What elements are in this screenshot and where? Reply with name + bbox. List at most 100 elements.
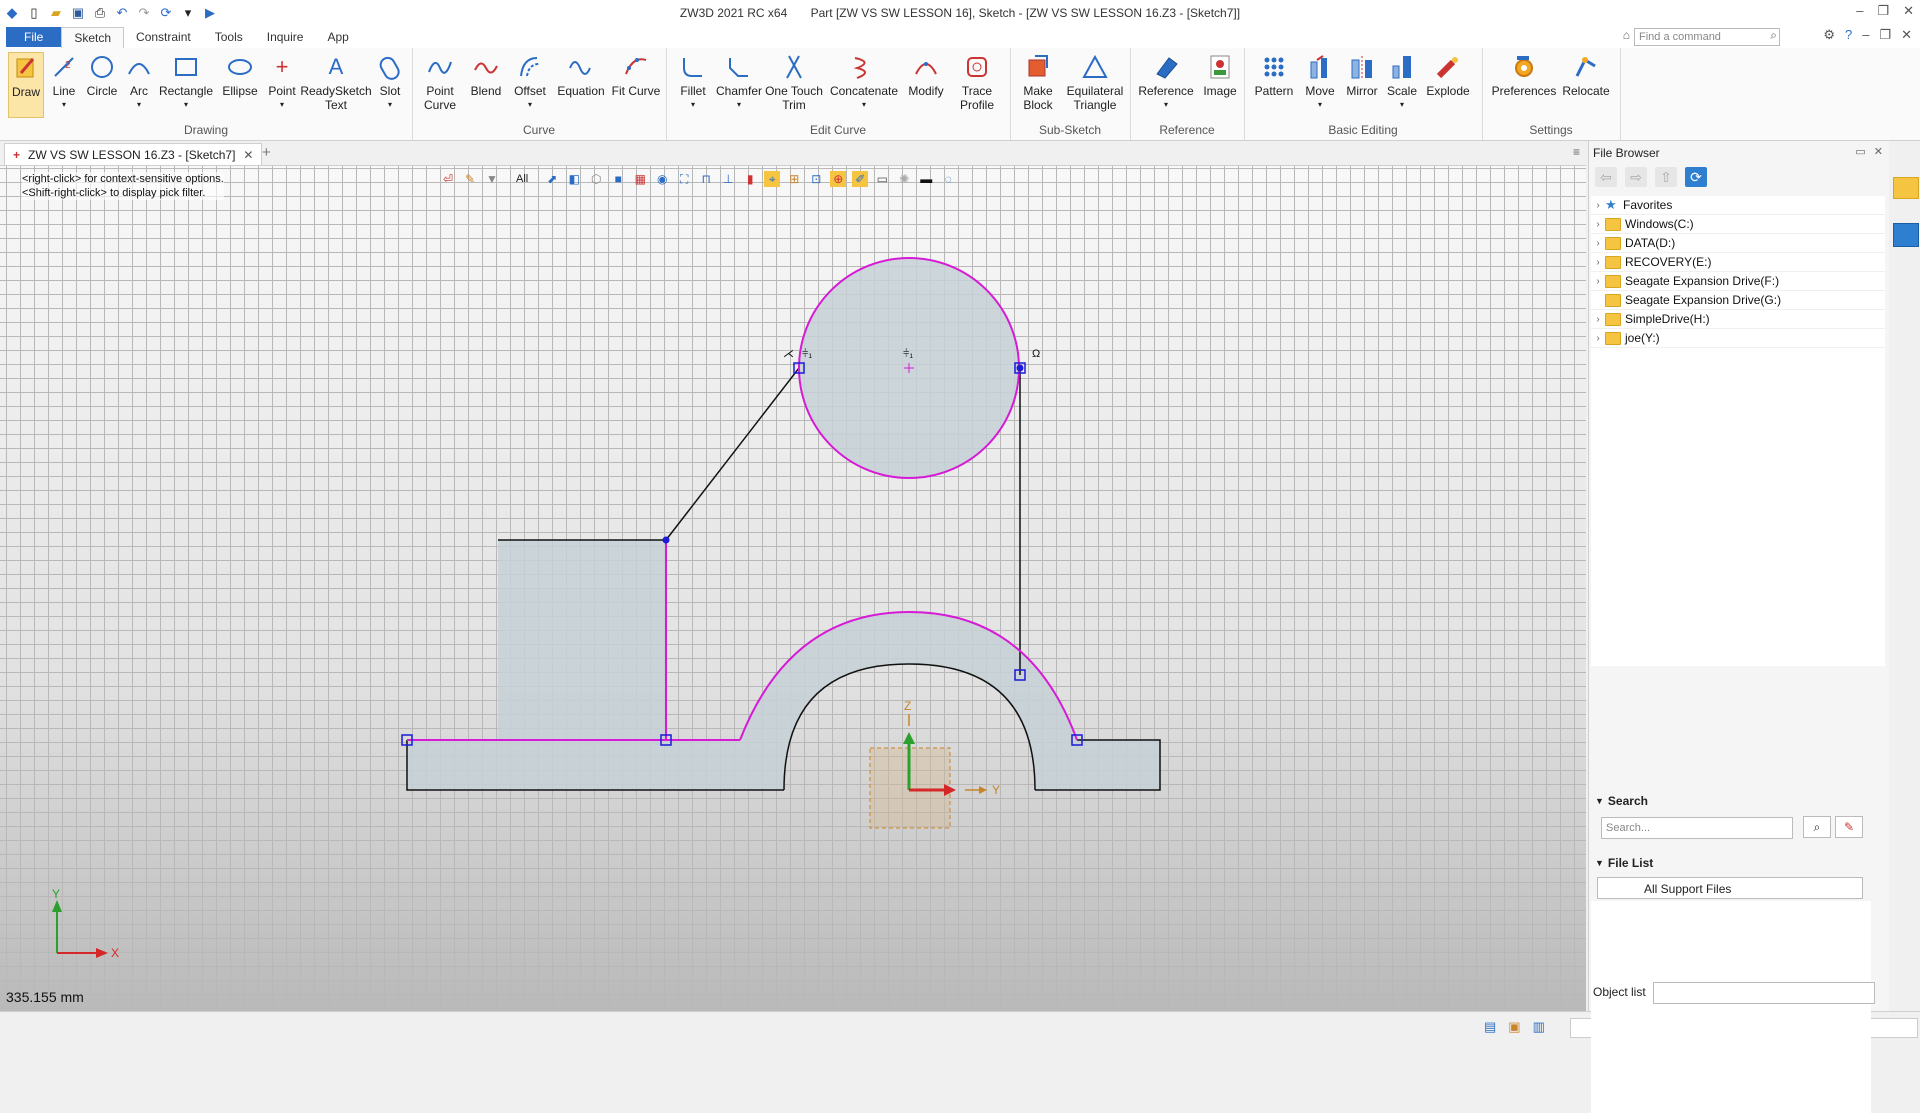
refresh-icon[interactable]: ⟳ [1685,167,1707,187]
quick-access-dropdown-icon[interactable]: ▾ [180,5,196,21]
make-block-button[interactable]: Make Block [1018,52,1058,112]
ribbon-restore-icon[interactable]: ❐ [1879,27,1891,43]
arc-button[interactable]: Arc ▾ [124,52,154,112]
image-button[interactable]: Image [1200,52,1240,98]
trace-profile-button[interactable]: Trace Profile [952,52,1002,112]
expand-arrow-icon[interactable]: › [1591,276,1605,287]
back-arrow-icon[interactable]: ⇦ [1595,167,1617,187]
concatenate-button[interactable]: Concatenate ▾ [828,52,900,112]
document-tab[interactable]: + ZW VS SW LESSON 16.Z3 - [Sketch7] ✕ [4,143,263,165]
file-type-select[interactable]: All Support Files [1597,877,1863,899]
add-tab-icon[interactable]: + [262,144,271,161]
draw-button[interactable]: Draw [8,52,44,118]
sketch-viewport[interactable]: ⋌ ⫩₁ ⫩₁ Ω Z Y Y X <right-click> for cont… [0,166,1586,1011]
blend-button[interactable]: Blend [466,52,506,98]
tab-close-icon[interactable]: ✕ [243,148,253,162]
tab-tools[interactable]: Tools [203,27,255,47]
search-button[interactable]: ⌕ [1803,816,1831,838]
tree-item-drive[interactable]: › Windows(C:) [1591,215,1885,234]
pick-icon[interactable]: ⬈ [544,171,560,187]
file-search-input[interactable]: Search... [1601,817,1793,839]
up-arrow-icon[interactable]: ⇧ [1655,167,1677,187]
panel-close-icon[interactable]: ✕ [1874,145,1883,158]
object-list-select[interactable] [1653,982,1875,1004]
relocate-button[interactable]: Relocate [1560,52,1612,98]
undo-icon[interactable]: ↶ [114,5,130,21]
tab-app[interactable]: App [315,27,360,47]
tree-item-favorites[interactable]: › ★ Favorites [1591,196,1885,215]
reference-button[interactable]: Reference ▾ [1136,52,1196,112]
ribbon-minimize-icon[interactable]: – [1862,27,1869,43]
dimension-display-icon[interactable]: ⊡ [808,171,824,187]
restore-icon[interactable]: ❐ [1877,3,1889,19]
expand-arrow-icon[interactable]: › [1591,257,1605,268]
expand-arrow-icon[interactable]: › [1591,219,1605,230]
grid-icon[interactable]: ▦ [632,171,648,187]
ellipse-button[interactable]: Ellipse [220,52,260,98]
play-icon[interactable]: ▶ [202,5,218,21]
print-icon[interactable]: ⎙ [92,5,108,21]
equilateral-triangle-button[interactable]: Equilateral Triangle [1064,52,1126,112]
command-search-input[interactable]: Find a command [1634,28,1780,46]
constraint-display-icon[interactable]: ⊞ [786,171,802,187]
view-mode-icon[interactable]: ▣ [1508,1019,1520,1035]
save-icon[interactable]: ▣ [70,5,86,21]
zoom-fit-icon[interactable]: ⛶ [676,171,692,187]
readysketch-text-button[interactable]: A ReadySketch Text [300,52,371,113]
close-icon[interactable]: ✕ [1903,3,1914,19]
fit-curve-button[interactable]: Fit Curve [610,52,662,98]
slot-button[interactable]: Slot ▾ [374,52,406,112]
tree-item-drive[interactable]: Seagate Expansion Drive(G:) [1591,291,1885,310]
pattern-button[interactable]: Pattern [1252,52,1296,98]
chamfer-button[interactable]: Chamfer ▾ [716,52,762,112]
light-icon[interactable]: ✺ [896,171,912,187]
minimize-icon[interactable]: – [1856,3,1863,19]
layout-icon[interactable]: ▤ [1484,1019,1496,1035]
mirror-button[interactable]: Mirror [1342,52,1382,98]
sketch-canvas[interactable]: ⋌ ⫩₁ ⫩₁ Ω Z Y Y X [0,166,1586,1011]
tab-constraint[interactable]: Constraint [124,27,203,47]
tab-inquire[interactable]: Inquire [255,27,316,47]
exit-sketch-icon[interactable]: ⏎ [440,171,456,187]
filter-funnel-icon[interactable]: ▼ [484,171,500,187]
tab-sketch[interactable]: Sketch [61,26,125,48]
rebuild-icon[interactable]: ⟳ [158,5,174,21]
search-icon[interactable]: ⌕ [1770,28,1777,43]
section-icon[interactable]: ⊓ [698,171,714,187]
color-icon[interactable]: ▮ [742,171,758,187]
file-menu[interactable]: File [6,27,62,47]
display-mode-icon[interactable]: ■ [610,171,626,187]
tree-item-drive[interactable]: › joe(Y:) [1591,329,1885,348]
shading-icon[interactable]: ◧ [566,171,582,187]
tree-item-drive[interactable]: › Seagate Expansion Drive(F:) [1591,272,1885,291]
target-icon[interactable]: ⊕ [830,171,847,187]
settings-gear-icon[interactable]: ⚙ [1823,27,1835,43]
move-button[interactable]: Move ▾ [1300,52,1340,112]
folder-icon[interactable] [1893,177,1919,199]
open-file-icon[interactable]: ▰ [48,5,64,21]
equation-button[interactable]: Equation [554,52,608,98]
tabs-menu-icon[interactable]: ≡ [1573,145,1580,159]
tree-item-drive[interactable]: › RECOVERY(E:) [1591,253,1885,272]
pencil-mode-icon[interactable]: ✐ [852,171,869,187]
expand-arrow-icon[interactable]: › [1591,200,1605,211]
tree-item-drive[interactable]: › DATA(D:) [1591,234,1885,253]
panel-float-icon[interactable]: ▭ [1855,145,1865,158]
point-button[interactable]: + Point ▾ [264,52,300,112]
expand-arrow-icon[interactable]: › [1591,333,1605,344]
tree-item-drive[interactable]: › SimpleDrive(H:) [1591,310,1885,329]
expand-arrow-icon[interactable]: › [1591,314,1605,325]
rectangle-button[interactable]: Rectangle ▾ [158,52,214,112]
folder-tree[interactable]: › ★ Favorites › Windows(C:) › DATA(D:) › RECO… [1591,196,1885,666]
scale-button[interactable]: Scale ▾ [1384,52,1420,112]
home-icon[interactable]: ⌂ [1623,28,1630,42]
orbit-icon[interactable]: ◌ [940,171,956,187]
search-section-header[interactable]: ▼ Search [1591,791,1885,811]
file-list[interactable] [1591,901,1871,1113]
pick-filter-icon[interactable]: ✎ [462,171,478,187]
help-icon[interactable]: ? [1845,27,1852,43]
point-curve-button[interactable]: Point Curve [418,52,462,112]
fillet-button[interactable]: Fillet ▾ [674,52,712,112]
render-icon[interactable]: ◉ [654,171,670,187]
modify-button[interactable]: Modify [904,52,948,98]
